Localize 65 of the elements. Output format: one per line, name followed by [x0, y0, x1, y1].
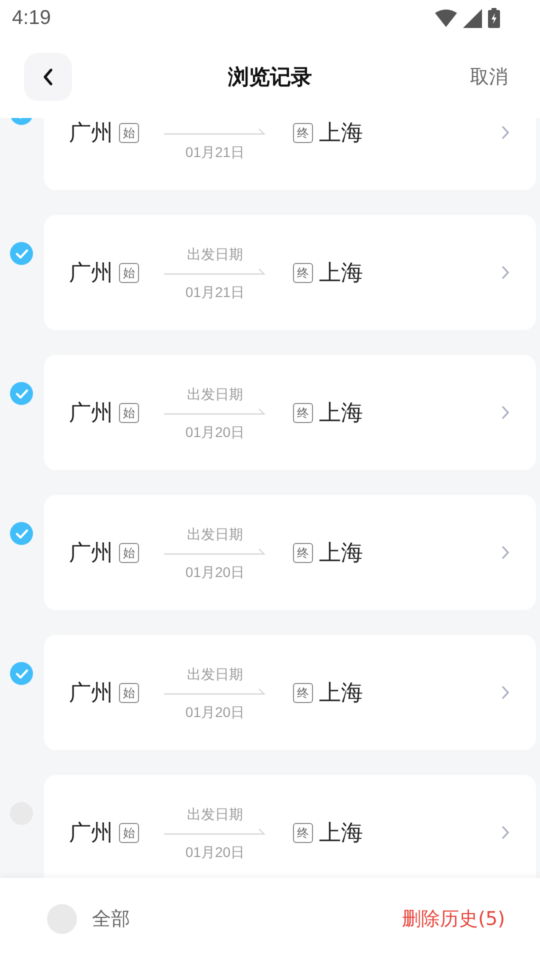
checkmark-icon [14, 248, 28, 260]
departure-city: 广州 [69, 400, 113, 428]
departure-city: 广州 [69, 260, 113, 288]
wifi-icon [435, 9, 457, 27]
departure-date-label: 出发日期 [187, 804, 243, 824]
departure-date: 01月20日 [185, 842, 245, 862]
delete-history-button[interactable]: 删除历史(5) [402, 906, 505, 932]
end-tag: 终 [293, 402, 313, 422]
departure-city: 广州 [69, 120, 113, 148]
departure-city: 广州 [69, 540, 113, 568]
arrival-city: 上海 [319, 120, 363, 148]
start-tag: 始 [119, 822, 139, 842]
checkbox[interactable] [10, 662, 33, 685]
departure-date: 01月21日 [185, 282, 245, 302]
departure-city: 广州 [69, 680, 113, 708]
signal-icon [463, 8, 482, 28]
chevron-icon [501, 545, 510, 560]
arrival-city: 上海 [319, 820, 363, 848]
route-card[interactable]: 广州 始 出发日期 01月20日 终 上海 [44, 495, 536, 610]
chevron-icon [501, 125, 510, 140]
departure-date-label: 出发日期 [187, 524, 243, 544]
route-card[interactable]: 广州 始 01月21日 终 上海 [44, 118, 536, 190]
start-tag: 始 [119, 682, 139, 702]
back-icon [42, 68, 54, 86]
route-card[interactable]: 广州 始 出发日期 01月20日 终 上海 [44, 355, 536, 470]
checkbox[interactable] [10, 382, 33, 405]
start-tag: 始 [119, 122, 139, 142]
status-time: 4:19 [12, 6, 51, 30]
start-tag: 始 [119, 402, 139, 422]
arrival-city: 上海 [319, 680, 363, 708]
chevron-icon [501, 265, 510, 280]
chevron-icon [501, 405, 510, 420]
departure-date: 01月20日 [185, 702, 245, 722]
departure-city: 广州 [69, 820, 113, 848]
start-tag: 始 [119, 542, 139, 562]
arrival-city: 上海 [319, 400, 363, 428]
end-tag: 终 [293, 682, 313, 702]
end-tag: 终 [293, 822, 313, 842]
end-tag: 终 [293, 542, 313, 562]
arrival-city: 上海 [319, 260, 363, 288]
departure-date-label: 出发日期 [187, 244, 243, 264]
checkmark-icon [14, 668, 28, 680]
departure-date: 01月21日 [185, 142, 245, 162]
checkmark-icon [14, 388, 28, 400]
checkbox[interactable] [10, 242, 33, 265]
route-card[interactable]: 广州 始 出发日期 01月21日 终 上海 [44, 215, 536, 330]
route-card[interactable]: 广州 始 出发日期 01月20日 终 上海 [44, 775, 536, 878]
departure-date: 01月20日 [185, 422, 245, 442]
checkbox[interactable] [10, 522, 33, 545]
back-button[interactable] [24, 53, 72, 101]
route-card[interactable]: 广州 始 出发日期 01月20日 终 上海 [44, 635, 536, 750]
arrival-city: 上海 [319, 540, 363, 568]
end-tag: 终 [293, 262, 313, 282]
departure-date-label: 出发日期 [187, 664, 243, 684]
chevron-icon [501, 685, 510, 700]
cancel-button[interactable]: 取消 [470, 64, 508, 90]
departure-date-label: 出发日期 [187, 384, 243, 404]
chevron-icon [501, 825, 510, 840]
departure-date: 01月20日 [185, 562, 245, 582]
start-tag: 始 [119, 262, 139, 282]
battery-icon [488, 8, 500, 28]
page-title: 浏览记录 [228, 64, 312, 91]
select-all-label: 全部 [92, 907, 130, 932]
checkmark-icon [14, 528, 28, 540]
end-tag: 终 [293, 122, 313, 142]
